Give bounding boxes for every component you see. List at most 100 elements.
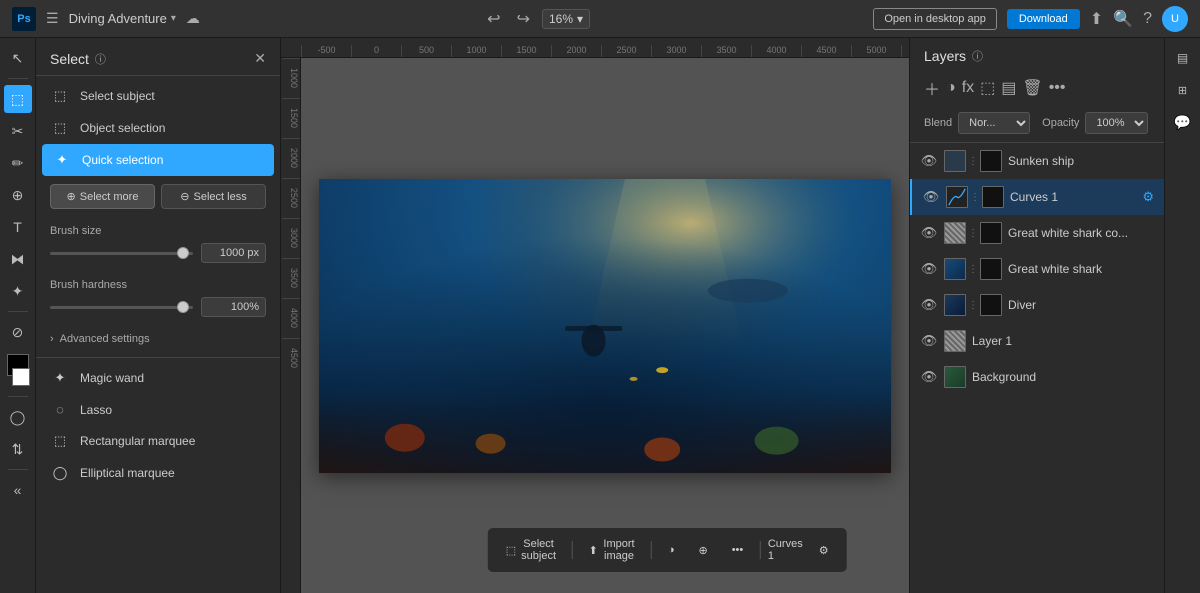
layer-item-great-white-shark-co[interactable]: 👁 ⋮ Great white shark co... (910, 215, 1164, 251)
layer-thumb-gws-mask (980, 258, 1002, 280)
topbar-center: ↩ ↪ 16% ▾ (483, 7, 590, 31)
magic-wand-tool[interactable]: ✦ Magic wand (36, 362, 280, 394)
share-button[interactable]: ⬆ (1090, 9, 1103, 29)
magic-wand-icon: ✦ (50, 370, 70, 386)
quick-selection-tool[interactable]: ✦ Quick selection (42, 144, 274, 176)
warp-tool[interactable]: ⧓ (4, 245, 32, 273)
layers-icon[interactable]: ▤ (1169, 44, 1197, 72)
layer-group-button[interactable]: ▤ (1001, 78, 1016, 98)
layers-info-icon: ⓘ (972, 48, 983, 64)
advanced-settings-row[interactable]: › Advanced settings (36, 325, 280, 353)
undo-button[interactable]: ↩ (483, 7, 504, 31)
healing-tool[interactable]: ✦ (4, 277, 32, 305)
background-color[interactable] (12, 368, 30, 386)
layer-settings-button[interactable]: ⚙ (811, 540, 837, 561)
levels-tool[interactable]: ⇅ (4, 435, 32, 463)
layer-item-layer-1[interactable]: 👁 Layer 1 (910, 323, 1164, 359)
shapes-tool[interactable]: ◯ (4, 403, 32, 431)
ruler-v-1000: 1000 (282, 58, 300, 98)
properties-icon[interactable]: ⊞ (1169, 76, 1197, 104)
quick-selection-label: Quick selection (82, 153, 163, 167)
layer-fx-button[interactable]: fx (962, 79, 974, 97)
layers-panel: Layers ⓘ ＋ ◑ fx ⬚ ▤ 🗑 ••• Blend Nor... M… (909, 38, 1164, 593)
layer-name-gwsc: Great white shark co... (1008, 226, 1154, 240)
layer-mask-button[interactable]: ◑ (946, 79, 956, 97)
left-toolbar: ↖ ⬚ ✂ ✏ ⊕ T ⧓ ✦ ⊘ ◯ ⇅ « (0, 38, 36, 593)
select-less-button[interactable]: ⊖ Select less (161, 184, 266, 209)
elliptical-marquee-tool[interactable]: ◯ Elliptical marquee (36, 457, 280, 489)
layer-adjust-icon[interactable]: ⚙ (1142, 189, 1154, 205)
transform-button[interactable]: ⊕ (690, 540, 715, 561)
opacity-select[interactable]: 100% 75% 50% (1085, 112, 1148, 134)
crop-tool[interactable]: ✂ (4, 117, 32, 145)
clone-tool[interactable]: ⊕ (4, 181, 32, 209)
layer-item-sunken-ship[interactable]: 👁 ⋮ Sunken ship (910, 143, 1164, 179)
layer-item-curves-1[interactable]: 👁 ⋮ Curves 1 ⚙ (910, 179, 1164, 215)
canvas-image[interactable] (319, 179, 891, 473)
layers-header: Layers ⓘ (910, 38, 1164, 72)
ruler-h-marks: -500 0 500 1000 1500 2000 2500 3000 3500… (301, 45, 909, 57)
brush-size-section: Brush size 1000 px (36, 217, 280, 271)
layer-visibility-background[interactable]: 👁 (920, 369, 938, 385)
add-layer-button[interactable]: ＋ (924, 76, 940, 100)
mask-button[interactable]: ◑ (660, 540, 683, 560)
layer-name-diver: Diver (1008, 298, 1154, 312)
brush-hardness-input[interactable]: 100% (201, 297, 266, 317)
layer-thumb-gwsc (944, 222, 966, 244)
panel-close-button[interactable]: ✕ (254, 50, 266, 67)
object-selection-tool[interactable]: ⬚ Object selection (36, 112, 280, 144)
ruler-v-1500: 1500 (282, 98, 300, 138)
zoom-selector[interactable]: 16% ▾ (542, 9, 590, 29)
ruler-v-4500: 4500 (282, 338, 300, 378)
import-image-button[interactable]: ⬆ Import image (581, 534, 644, 566)
layer-item-background[interactable]: 👁 Background (910, 359, 1164, 395)
project-name[interactable]: Diving Adventure ▾ (69, 11, 176, 26)
lasso-tool[interactable]: ◌ Lasso (36, 394, 280, 425)
topbar-right: Open in desktop app Download ⬆ 🔍 ? U (873, 6, 1188, 32)
open-desktop-button[interactable]: Open in desktop app (873, 8, 997, 30)
collapse-toolbar[interactable]: « (4, 476, 32, 504)
select-subject-bottom-button[interactable]: ⬚ Select subject (498, 534, 564, 566)
tool-section-divider (36, 357, 280, 358)
type-tool[interactable]: T (4, 213, 32, 241)
layer-visibility-gws[interactable]: 👁 (920, 261, 938, 277)
rectangular-marquee-tool[interactable]: ⬚ Rectangular marquee (36, 425, 280, 457)
project-name-label: Diving Adventure (69, 11, 167, 26)
eyedropper-tool[interactable]: ⊘ (4, 318, 32, 346)
brush-size-track[interactable] (50, 252, 193, 255)
delete-layer-button[interactable]: 🗑 (1022, 78, 1042, 98)
comments-icon[interactable]: 💬 (1169, 108, 1197, 136)
layer-item-great-white-shark[interactable]: 👁 ⋮ Great white shark (910, 251, 1164, 287)
search-button[interactable]: 🔍 (1113, 9, 1133, 29)
layer-item-diver[interactable]: 👁 ⋮ Diver (910, 287, 1164, 323)
layer-name-background: Background (972, 370, 1154, 384)
layer-visibility-layer1[interactable]: 👁 (920, 333, 938, 349)
layer-visibility-gwsc[interactable]: 👁 (920, 225, 938, 241)
user-avatar[interactable]: U (1162, 6, 1188, 32)
download-button[interactable]: Download (1007, 9, 1080, 29)
ruler-v-2500: 2500 (282, 178, 300, 218)
selection-tool[interactable]: ⬚ (4, 85, 32, 113)
brush-hardness-thumb[interactable] (177, 301, 189, 313)
brush-hardness-track[interactable] (50, 306, 193, 309)
layer-visibility-diver[interactable]: 👁 (920, 297, 938, 313)
redo-button[interactable]: ↪ (513, 7, 534, 31)
brush-tool[interactable]: ✏ (4, 149, 32, 177)
move-tool[interactable]: ↖ (4, 44, 32, 72)
brush-size-input[interactable]: 1000 px (201, 243, 266, 263)
panel-header: Select ⓘ ✕ (36, 38, 280, 75)
select-more-button[interactable]: ⊕ Select more (50, 184, 155, 209)
layer-visibility-curves-1[interactable]: 👁 (922, 189, 940, 205)
brush-hardness-label: Brush hardness (50, 279, 266, 291)
more-options-button[interactable]: ••• (724, 540, 752, 560)
brush-size-thumb[interactable] (177, 247, 189, 259)
blend-mode-select[interactable]: Nor... Multiply Screen (958, 112, 1030, 134)
help-button[interactable]: ? (1143, 10, 1152, 28)
layer-thumb-sunken-ship-mask (980, 150, 1002, 172)
layer-name-curves-1: Curves 1 (1010, 190, 1136, 204)
select-subject-tool[interactable]: ⬚ Select subject (36, 80, 280, 112)
layer-visibility-sunken-ship[interactable]: 👁 (920, 153, 938, 169)
adjustment-layer-button[interactable]: ⬚ (980, 78, 995, 98)
more-layer-options-button[interactable]: ••• (1049, 79, 1066, 97)
hamburger-button[interactable]: ☰ (46, 10, 59, 27)
